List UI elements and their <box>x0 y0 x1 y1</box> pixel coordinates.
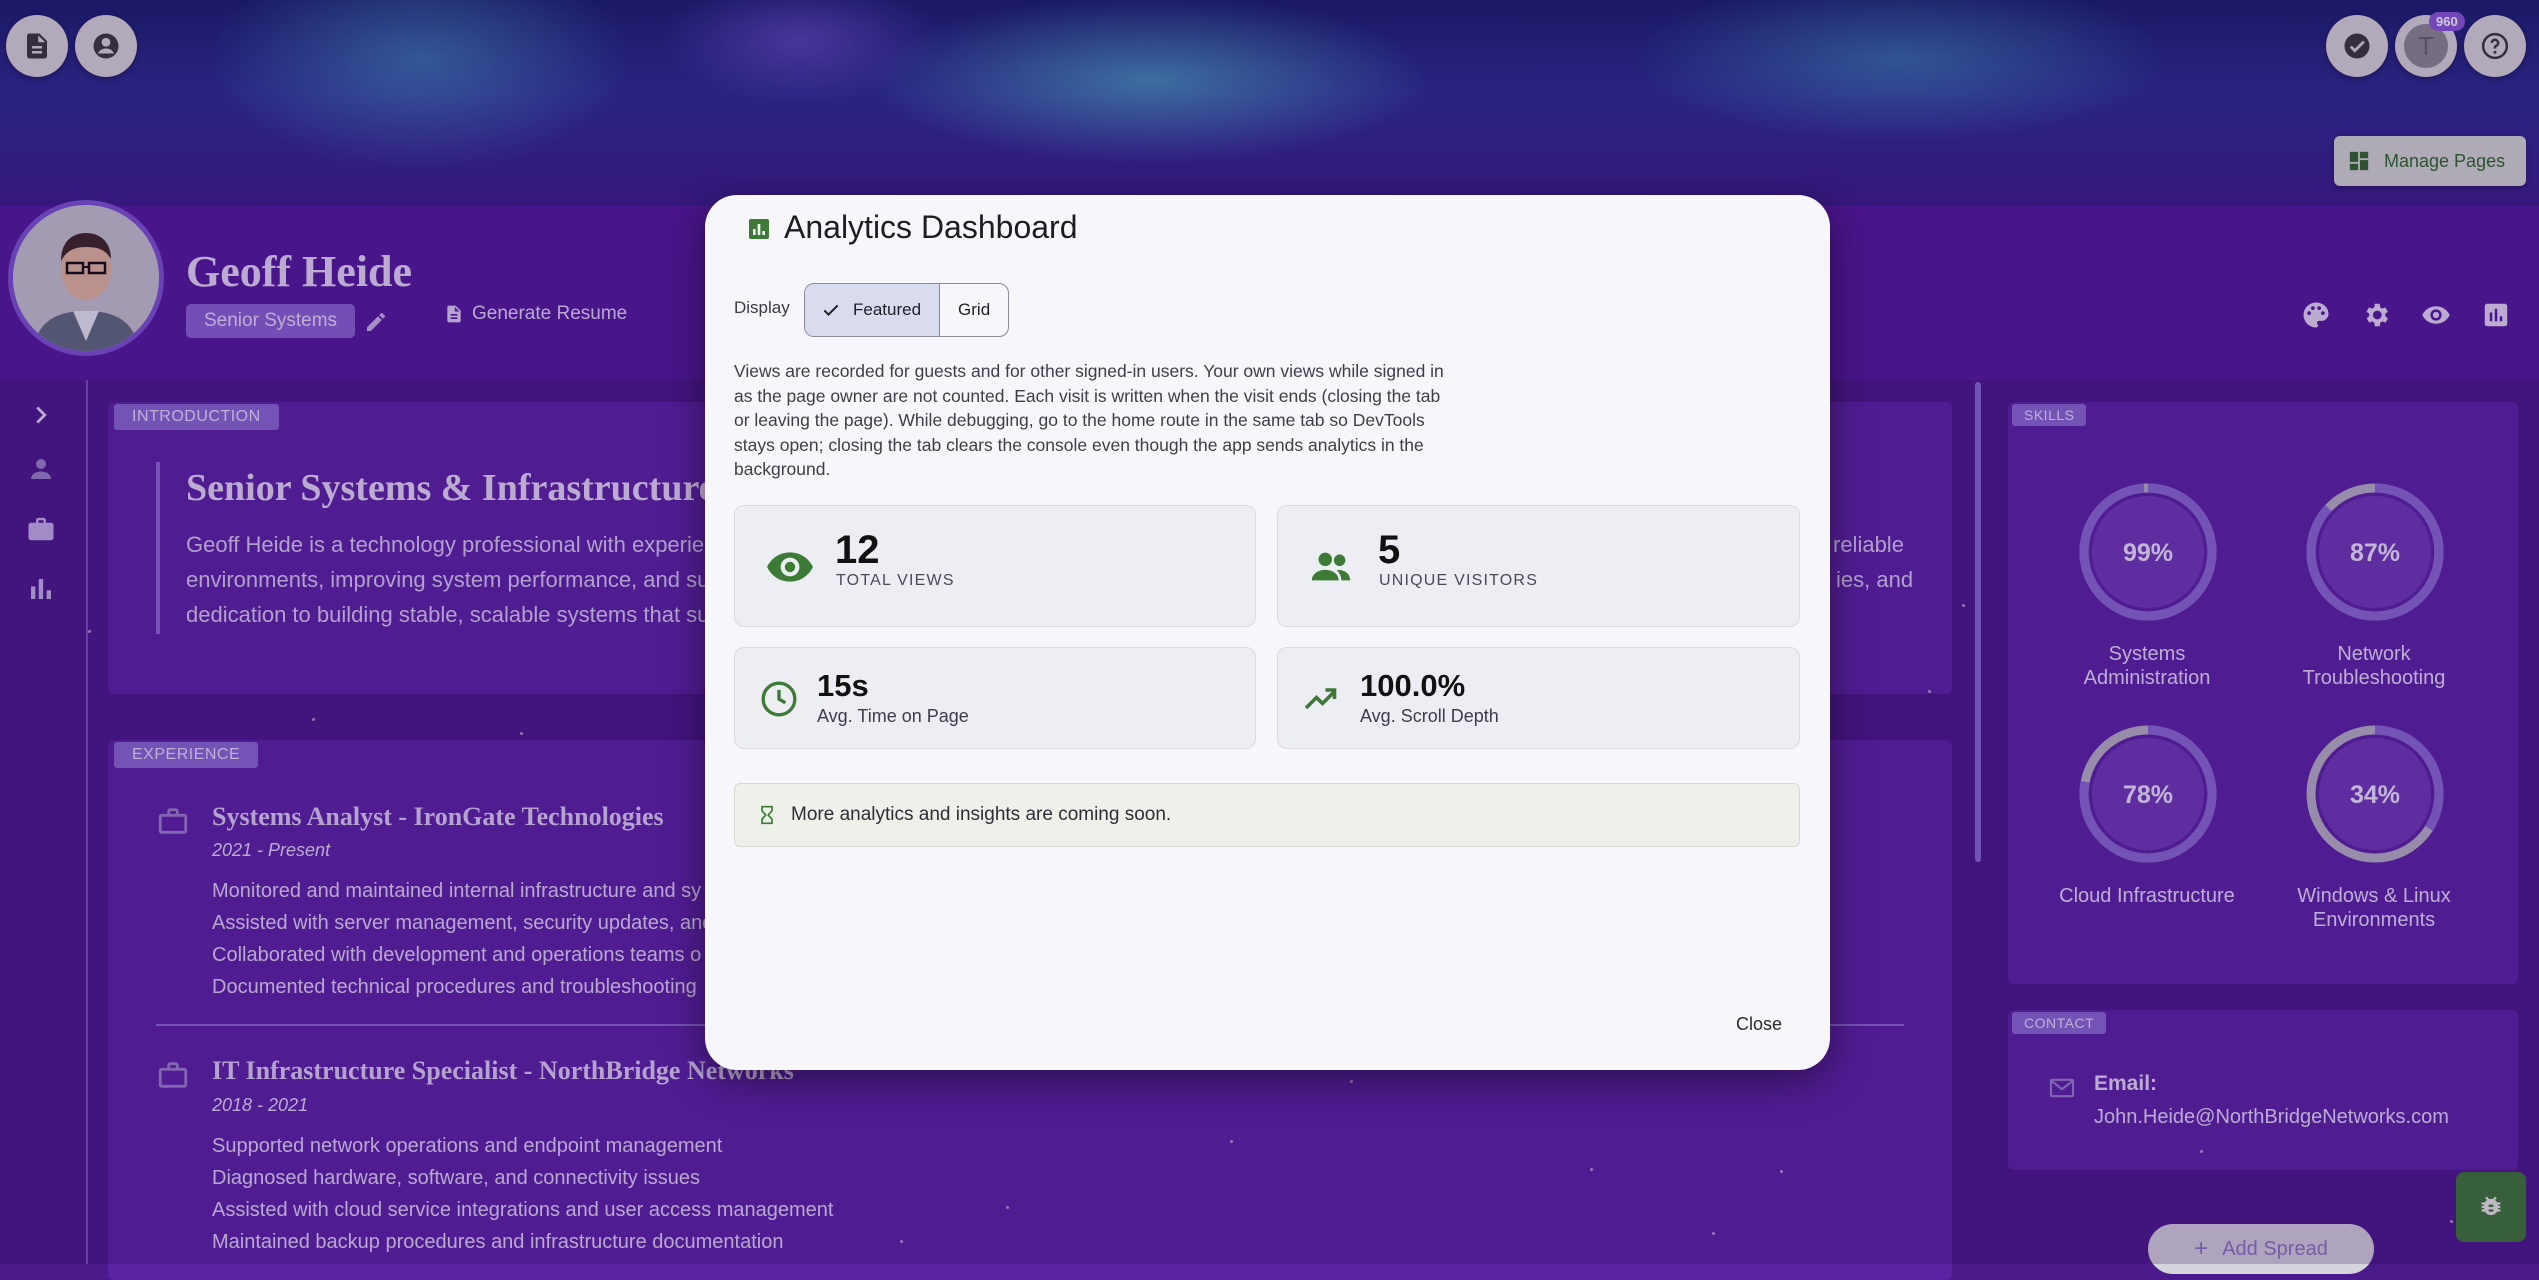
featured-label: Featured <box>853 300 922 319</box>
people-icon <box>1311 552 1351 581</box>
unique-visitors-value: 5 <box>1378 528 1401 572</box>
avg-time-label: Avg. Time on Page <box>817 706 969 726</box>
display-toggle: Featured Grid <box>804 283 1010 337</box>
grid-label: Grid <box>958 300 991 319</box>
scroll-depth-value: 100.0% <box>1360 668 1466 703</box>
analytics-icon <box>749 219 769 239</box>
grid-toggle[interactable]: Grid <box>940 284 1008 336</box>
unique-visitors-card: 5 UNIQUE VISITORS <box>1277 505 1800 627</box>
unique-visitors-label: UNIQUE VISITORS <box>1379 572 1539 589</box>
hourglass-icon <box>761 805 773 825</box>
coming-soon-banner: More analytics and insights are coming s… <box>734 783 1800 847</box>
scroll-depth-label: Avg. Scroll Depth <box>1360 706 1499 726</box>
analytics-dialog: Analytics Dashboard Display Featured Gri… <box>705 195 1830 1070</box>
featured-toggle[interactable]: Featured <box>805 284 941 336</box>
clock-icon <box>761 681 797 717</box>
eye-icon <box>767 552 813 582</box>
check-icon <box>823 304 839 316</box>
analytics-note: Views are recorded for guests and for ot… <box>734 361 1444 480</box>
total-views-card: 12 TOTAL VIEWS <box>734 505 1256 627</box>
avg-time-card: 15s Avg. Time on Page <box>734 647 1256 749</box>
avg-time-value: 15s <box>817 668 869 703</box>
scroll-depth-card: 100.0% Avg. Scroll Depth <box>1277 647 1800 749</box>
close-button[interactable]: Close <box>1736 1014 1782 1035</box>
total-views-label: TOTAL VIEWS <box>836 572 955 589</box>
coming-soon-text: More analytics and insights are coming s… <box>791 804 1172 825</box>
total-views-value: 12 <box>835 528 880 572</box>
dialog-title: Analytics Dashboard <box>784 209 1078 245</box>
trending-up-icon <box>1304 688 1337 710</box>
display-label: Display <box>734 298 790 317</box>
